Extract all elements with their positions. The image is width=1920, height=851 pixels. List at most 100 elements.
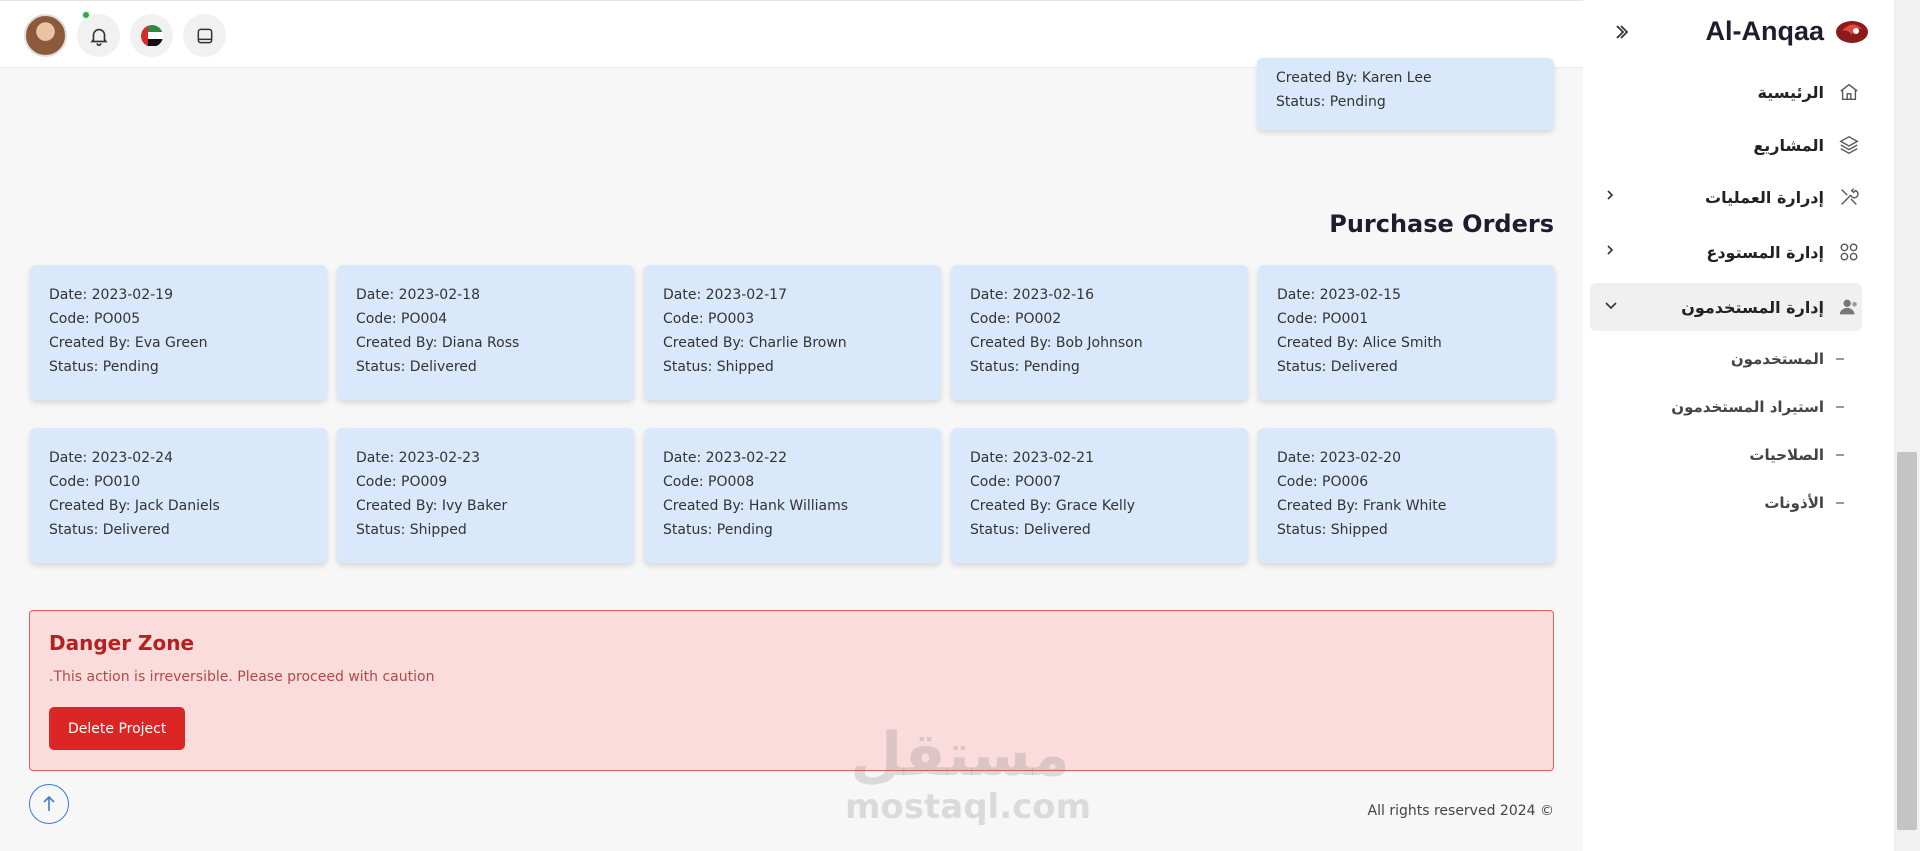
online-indicator bbox=[81, 10, 91, 20]
card-code: Code: PO003 bbox=[663, 311, 755, 327]
watermark-arabic: مستقل bbox=[850, 720, 1070, 790]
screen-toggle-button[interactable] bbox=[183, 14, 226, 57]
card-date: Date: 2023-02-23 bbox=[356, 450, 480, 466]
sidebar-item-operations[interactable]: إدرارة العمليات bbox=[1590, 173, 1862, 221]
card-date: Date: 2023-02-17 bbox=[663, 287, 787, 303]
card-status: Status: Pending bbox=[663, 522, 773, 538]
phoenix-logo-icon bbox=[1836, 20, 1868, 43]
sidebar-item-label: إدارة المستخدمون bbox=[1681, 297, 1824, 317]
card-status: Status: Shipped bbox=[1277, 522, 1388, 538]
purchase-order-card: Date: 2023-02-17 Code: PO003 Created By: C… bbox=[644, 265, 941, 400]
sidebar-subitem-label: المستخدمون bbox=[1730, 350, 1824, 368]
sidebar-subitem-import-users[interactable]: استيراد المستخدمون bbox=[1671, 398, 1844, 416]
sidebar-item-label: المشاريع bbox=[1753, 135, 1824, 155]
card-created-by: Created By: Eva Green bbox=[49, 335, 208, 351]
card-date: Date: 2023-02-20 bbox=[1277, 450, 1401, 466]
card-status: Status: Pending bbox=[49, 359, 159, 375]
sidebar-item-label: إدرارة العمليات bbox=[1704, 187, 1824, 207]
card-status: Status: Pending bbox=[1276, 94, 1386, 110]
card-code: Code: PO005 bbox=[49, 311, 141, 327]
card-status: Status: Shipped bbox=[663, 359, 774, 375]
purchase-orders-grid: Date: 2023-02-19 Code: PO005 Created By: E… bbox=[30, 265, 1555, 563]
sidebar-item-home[interactable]: الرئيسية bbox=[1590, 68, 1862, 116]
chevron-down-icon bbox=[1604, 299, 1618, 315]
card-code: Code: PO008 bbox=[663, 474, 755, 490]
user-avatar[interactable] bbox=[24, 14, 67, 57]
card-created-by: Created By: Karen Lee bbox=[1276, 70, 1432, 86]
chevron-right-icon bbox=[1604, 244, 1616, 260]
card-created-by: Created By: Jack Daniels bbox=[49, 498, 220, 514]
card-created-by: Created By: Diana Ross bbox=[356, 335, 520, 351]
card-date: Date: 2023-02-21 bbox=[970, 450, 1094, 466]
card-code: Code: PO009 bbox=[356, 474, 448, 490]
sidebar-item-projects[interactable]: المشاريع bbox=[1590, 121, 1862, 169]
card-created-by: Created By: Ivy Baker bbox=[356, 498, 508, 514]
arrow-up-icon bbox=[43, 795, 55, 811]
watermark-english: mostaql.com bbox=[845, 787, 1092, 827]
purchase-order-card-partial: Created By: Karen Lee Status: Pending bbox=[1257, 58, 1554, 130]
grid-icon bbox=[1840, 243, 1858, 261]
language-button[interactable] bbox=[130, 14, 173, 57]
sidebar-subitem-users[interactable]: المستخدمون bbox=[1731, 350, 1844, 368]
card-created-by: Created By: Hank Williams bbox=[663, 498, 849, 514]
purchase-order-card: Date: 2023-02-16 Code: PO002 Created By: B… bbox=[951, 265, 1248, 400]
card-created-by: Created By: Bob Johnson bbox=[970, 335, 1143, 351]
delete-project-button[interactable]: Delete Project bbox=[49, 707, 186, 750]
card-created-by: Created By: Charlie Brown bbox=[663, 335, 847, 351]
sidebar-subitem-roles[interactable]: الصلاحيات bbox=[1749, 446, 1844, 464]
card-code: Code: PO002 bbox=[970, 311, 1062, 327]
footer-copyright: All rights reserved 2024 © bbox=[1367, 803, 1554, 819]
scrollbar-thumb[interactable] bbox=[1897, 452, 1917, 830]
dash-icon bbox=[1836, 406, 1844, 408]
bell-icon bbox=[89, 28, 108, 46]
purchase-order-card: Date: 2023-02-19 Code: PO005 Created By: E… bbox=[30, 265, 327, 400]
card-created-by: Created By: Alice Smith bbox=[1277, 335, 1442, 351]
uae-flag-icon bbox=[140, 24, 163, 47]
card-date: Date: 2023-02-18 bbox=[356, 287, 480, 303]
users-icon bbox=[1839, 299, 1857, 315]
card-date: Date: 2023-02-16 bbox=[970, 287, 1094, 303]
purchase-order-card: Date: 2023-02-21 Code: PO007 Created By: G… bbox=[951, 428, 1248, 563]
card-code: Code: PO006 bbox=[1277, 474, 1369, 490]
card-date: Date: 2023-02-15 bbox=[1277, 287, 1401, 303]
top-bar-icons bbox=[24, 10, 226, 57]
section-title: Purchase Orders bbox=[1329, 210, 1554, 238]
back-to-top-button[interactable] bbox=[29, 784, 69, 824]
card-status: Status: Delivered bbox=[49, 522, 170, 538]
watermark: مستقل mostaql.com bbox=[845, 720, 1092, 827]
danger-zone: Danger Zone .This action is irreversible… bbox=[29, 610, 1554, 771]
card-date: Date: 2023-02-22 bbox=[663, 450, 787, 466]
card-code: Code: PO010 bbox=[49, 474, 141, 490]
card-code: Code: PO001 bbox=[1277, 311, 1369, 327]
purchase-order-card: Date: 2023-02-18 Code: PO004 Created By: D… bbox=[337, 265, 634, 400]
sidebar-item-label: إدارة المستودع bbox=[1706, 242, 1824, 262]
danger-message: .This action is irreversible. Please pro… bbox=[49, 669, 435, 685]
card-created-by: Created By: Grace Kelly bbox=[970, 498, 1135, 514]
purchase-order-card: Date: 2023-02-24 Code: PO010 Created By: J… bbox=[30, 428, 327, 563]
sidebar-item-label: الرئيسية bbox=[1757, 82, 1825, 102]
sidebar-subitem-permissions[interactable]: الأذونات bbox=[1764, 494, 1844, 512]
sidebar-subitem-label: الأذونات bbox=[1764, 494, 1824, 512]
chevron-right-icon bbox=[1604, 189, 1616, 205]
card-status: Status: Pending bbox=[970, 359, 1080, 375]
card-status: Status: Delivered bbox=[356, 359, 477, 375]
sidebar-subitem-label: الصلاحيات bbox=[1749, 446, 1824, 464]
card-created-by: Created By: Frank White bbox=[1277, 498, 1447, 514]
home-icon bbox=[1840, 83, 1858, 101]
notifications-button[interactable] bbox=[77, 10, 120, 57]
card-code: Code: PO007 bbox=[970, 474, 1062, 490]
layers-icon bbox=[1839, 135, 1859, 155]
card-code: Code: PO004 bbox=[356, 311, 448, 327]
collapse-sidebar-button[interactable] bbox=[1613, 22, 1631, 47]
purchase-order-card: Date: 2023-02-15 Code: PO001 Created By: A… bbox=[1258, 265, 1555, 400]
card-date: Date: 2023-02-24 bbox=[49, 450, 173, 466]
double-chevron-icon bbox=[1616, 25, 1629, 39]
sidebar-item-warehouse[interactable]: إدارة المستودع bbox=[1590, 228, 1862, 276]
card-status: Status: Delivered bbox=[970, 522, 1091, 538]
brand-name: Al-Anqaa bbox=[1705, 16, 1824, 46]
sidebar-item-users-management[interactable]: إدارة المستخدمون bbox=[1590, 283, 1862, 331]
dash-icon bbox=[1836, 358, 1844, 360]
card-status: Status: Shipped bbox=[356, 522, 467, 538]
brand[interactable]: Al-Anqaa bbox=[1705, 16, 1870, 47]
card-date: Date: 2023-02-19 bbox=[49, 287, 173, 303]
